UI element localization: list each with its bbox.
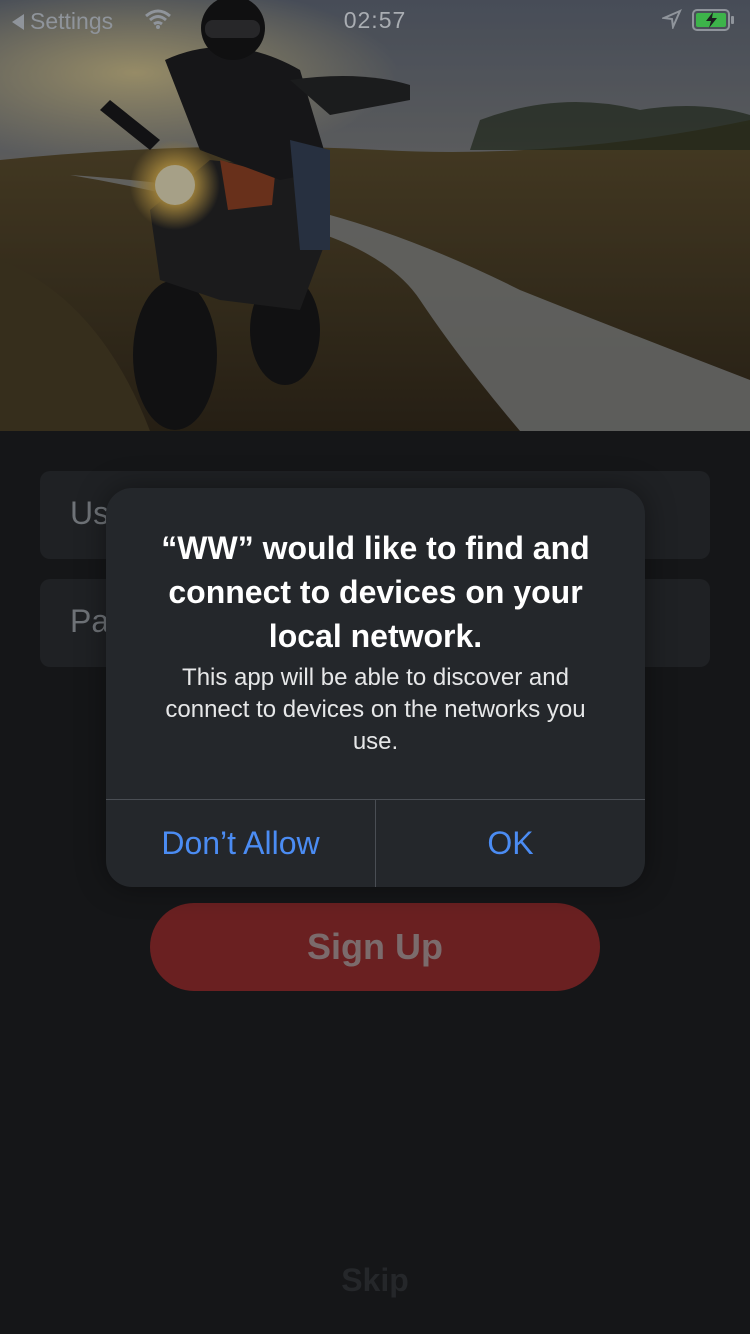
dont-allow-button[interactable]: Don’t Allow [106, 800, 375, 887]
location-arrow-icon [662, 9, 682, 29]
status-bar: Settings 02:57 [0, 0, 750, 40]
motorcycle-rider-image [0, 0, 750, 431]
dialog-title: “WW” would like to find and connect to d… [161, 530, 590, 654]
local-network-permission-dialog: “WW” would like to find and connect to d… [106, 488, 645, 887]
battery-charging-icon [692, 9, 734, 31]
hero-image [0, 0, 750, 431]
ok-button[interactable]: OK [376, 800, 645, 887]
screen: Settings 02:57 Username Password Sign Up… [0, 0, 750, 1334]
dialog-message: This app will be able to discover and co… [165, 664, 586, 755]
signup-button[interactable]: Sign Up [150, 903, 600, 991]
status-time: 02:57 [343, 7, 407, 33]
skip-link[interactable]: Skip [0, 1262, 750, 1299]
